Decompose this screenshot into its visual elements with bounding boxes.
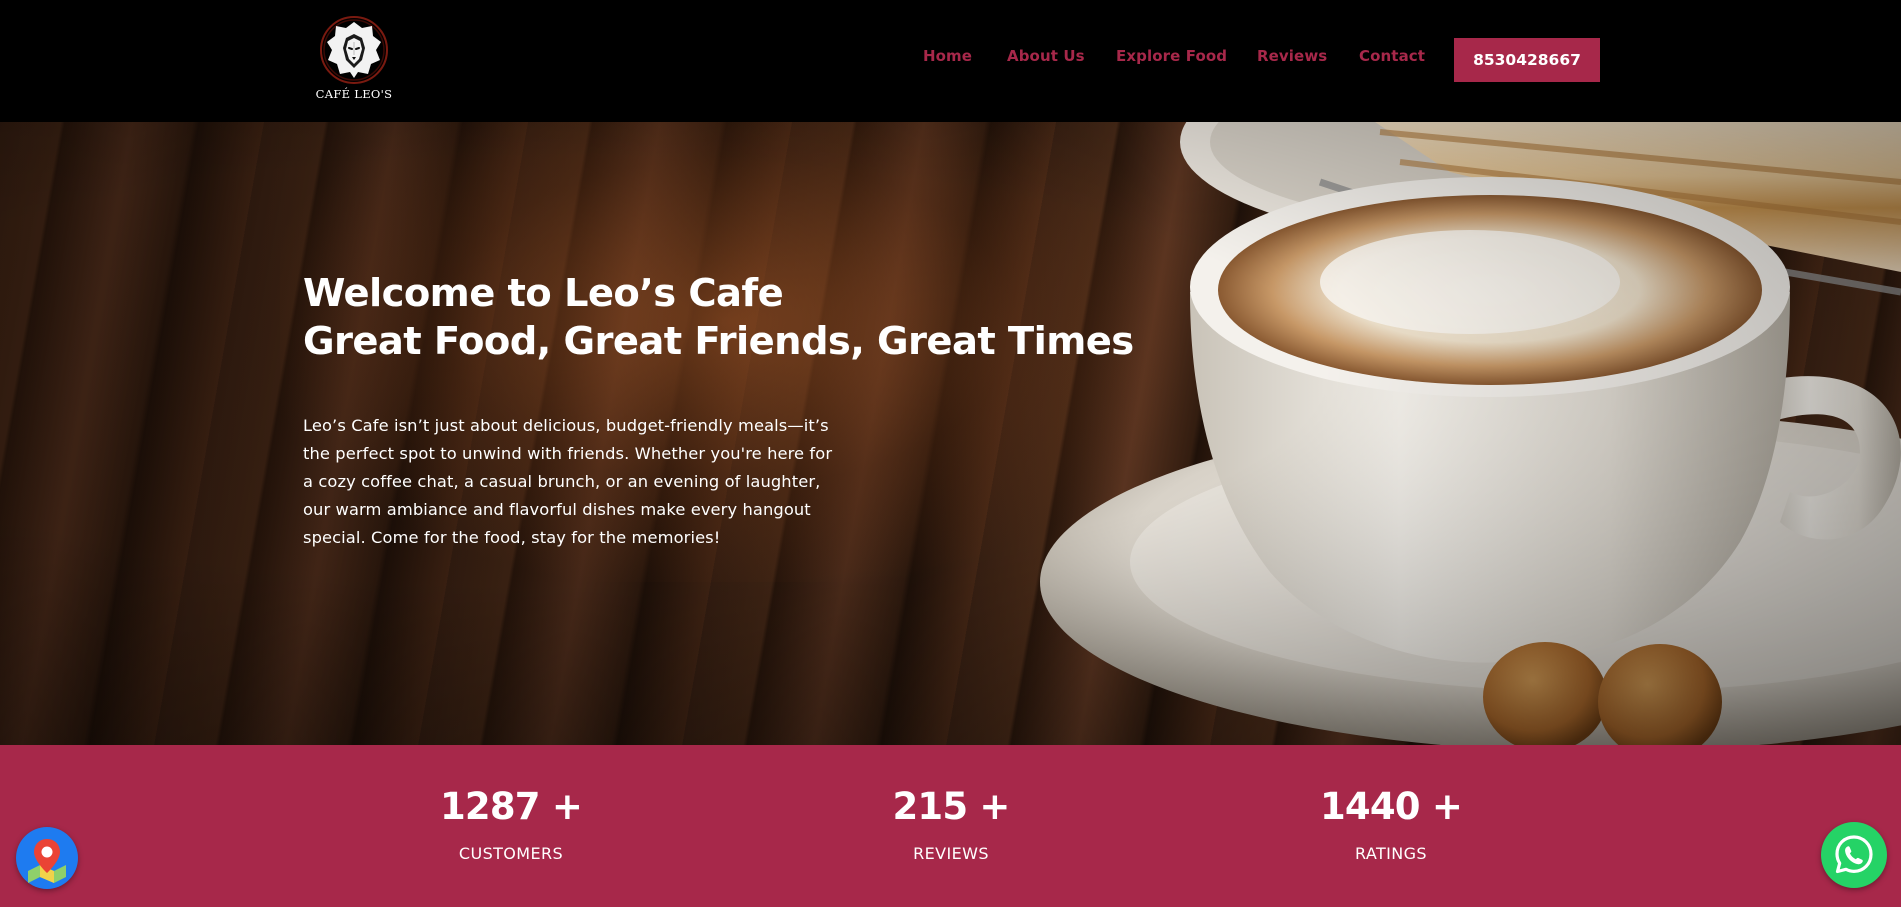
map-button[interactable] bbox=[16, 827, 78, 889]
phone-button[interactable]: 8530428667 bbox=[1454, 38, 1600, 82]
nav-contact[interactable]: Contact bbox=[1359, 47, 1425, 65]
stat-label: CUSTOMERS bbox=[458, 844, 564, 863]
site-header: CAFÉ LEO'S Home About Us Explore Food Re… bbox=[0, 0, 1901, 122]
hero-section: Welcome to Leo’s Cafe Great Food, Great … bbox=[0, 122, 1901, 745]
nav-explore-food[interactable]: Explore Food bbox=[1116, 47, 1227, 65]
hero-description: Leo’s Cafe isn’t just about delicious, b… bbox=[303, 416, 833, 547]
whatsapp-button[interactable] bbox=[1821, 822, 1887, 888]
nav-home[interactable]: Home bbox=[923, 47, 972, 65]
stat-reviews: 215 + REVIEWS bbox=[821, 785, 1081, 863]
hero-title: Welcome to Leo’s Cafe Great Food, Great … bbox=[303, 270, 1134, 366]
nav-reviews[interactable]: Reviews bbox=[1257, 47, 1327, 65]
logo-text: CAFÉ LEO'S bbox=[315, 87, 393, 101]
stat-ratings: 1440 + RATINGS bbox=[1261, 785, 1521, 863]
stat-customers: 1287 + CUSTOMERS bbox=[381, 785, 641, 863]
lion-icon bbox=[320, 16, 388, 84]
stat-label: RATINGS bbox=[1355, 844, 1427, 863]
stats-bar: 1287 + CUSTOMERS 215 + REVIEWS 1440 + RA… bbox=[0, 745, 1901, 907]
stat-value: 1440 + bbox=[1319, 785, 1463, 828]
hero-title-line-2: Great Food, Great Friends, Great Times bbox=[303, 319, 1134, 364]
whatsapp-icon bbox=[1835, 835, 1873, 874]
hero-title-line-1: Welcome to Leo’s Cafe bbox=[303, 271, 784, 316]
stat-value: 215 + bbox=[892, 785, 1010, 828]
nav-about-us[interactable]: About Us bbox=[1007, 47, 1085, 65]
brand-logo[interactable]: CAFÉ LEO'S bbox=[312, 14, 396, 106]
map-pin-icon bbox=[28, 839, 66, 883]
stat-label: REVIEWS bbox=[913, 844, 989, 863]
stat-value: 1287 + bbox=[439, 785, 583, 828]
